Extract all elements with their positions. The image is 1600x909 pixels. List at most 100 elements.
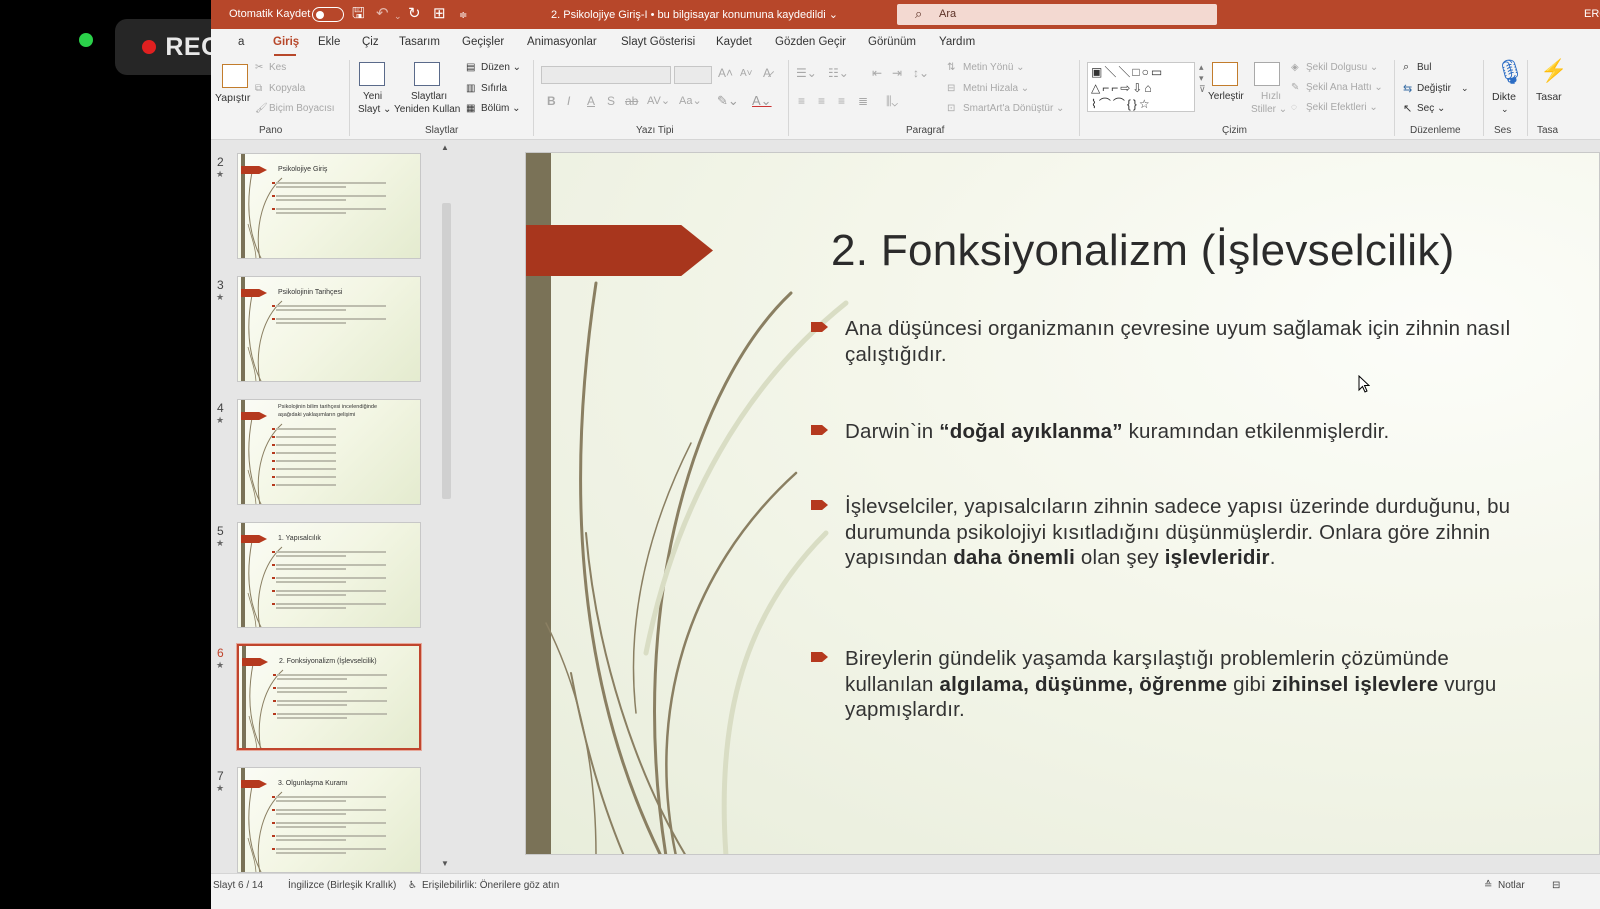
slide-thumbnails-pane[interactable]: 2 ★ Psikolojiye Giriş 3 ★ Psikolojinin Tarihç… xyxy=(211,141,456,873)
slide-thumbnail[interactable]: 1. Yapısalcılık xyxy=(237,522,421,628)
grow-font-icon[interactable]: A˄ xyxy=(718,66,733,80)
shapes-more-icon[interactable]: ▴ ▾ ⊽ xyxy=(1199,62,1206,95)
bullets-icon[interactable]: ☰⌄ xyxy=(796,66,817,80)
highlight-icon[interactable]: ✎⌄ xyxy=(717,93,739,109)
tab-view[interactable]: Görünüm xyxy=(868,36,916,48)
quick-styles-label-1[interactable]: Hızlı xyxy=(1261,91,1281,102)
document-title[interactable]: 2. Psikolojiye Giriş-I • bu bilgisayar k… xyxy=(551,8,838,21)
undo-dropdown-icon[interactable]: ⌄ xyxy=(394,7,402,25)
slide-thumbnail[interactable]: 2. Fonksiyonalizm (İşlevselcilik) xyxy=(236,643,422,751)
align-text-button[interactable]: Metni Hizala ⌄ xyxy=(963,83,1029,94)
slide-thumbnail[interactable]: 3. Olgunlaşma Kuramı xyxy=(237,767,421,873)
clear-format-icon[interactable]: A̷ xyxy=(763,66,771,80)
replace-button[interactable]: Değiştir xyxy=(1417,83,1451,94)
tab-insert[interactable]: Ekle xyxy=(318,36,340,48)
shadow-icon[interactable]: S xyxy=(607,94,615,108)
designer-icon[interactable]: ⚡ xyxy=(1540,58,1567,84)
arrange-button[interactable]: Yerleştir xyxy=(1208,91,1244,102)
font-size-box[interactable] xyxy=(674,66,712,84)
tab-review[interactable]: Gözden Geçir xyxy=(775,36,846,48)
slide-thumbnail-row[interactable]: 3 ★ Psikolojinin Tarihçesi xyxy=(211,276,456,386)
tab-home[interactable]: Giriş xyxy=(273,36,299,48)
italic-icon[interactable]: I xyxy=(567,94,570,108)
tab-file[interactable]: a xyxy=(238,36,244,48)
paste-icon[interactable] xyxy=(222,64,248,88)
slide-thumbnail-row[interactable]: 4 ★ Psikolojinin bilim tarihçesi incelendi… xyxy=(211,399,456,509)
new-slide-label-1[interactable]: Yeni xyxy=(363,91,382,102)
tab-animations[interactable]: Animasyonlar xyxy=(527,36,597,48)
tab-draw[interactable]: Çiz xyxy=(362,36,379,48)
arrange-icon[interactable] xyxy=(1212,62,1238,86)
reset-button[interactable]: Sıfırla xyxy=(481,83,507,94)
reuse-slides-label-1[interactable]: Slaytları xyxy=(411,91,447,102)
redo-icon[interactable]: ↻ xyxy=(408,5,421,23)
tab-record[interactable]: Kaydet xyxy=(716,36,752,48)
layout-button[interactable]: Düzen ⌄ xyxy=(481,62,521,73)
slide-thumbnail[interactable]: Psikolojinin Tarihçesi xyxy=(237,276,421,382)
slide-thumbnail-row[interactable]: 2 ★ Psikolojiye Giriş xyxy=(211,153,456,263)
user-initials[interactable]: ERO xyxy=(1584,8,1600,20)
new-slide-icon[interactable] xyxy=(359,62,385,86)
slide-thumbnail-row[interactable]: 6 ★ 2. Fonksiyonalizm (İşlevselcilik) xyxy=(211,643,456,754)
font-family-box[interactable] xyxy=(541,66,671,84)
shape-effects-button[interactable]: Şekil Efektleri ⌄ xyxy=(1306,102,1378,113)
normal-view-icon[interactable]: ⊟ xyxy=(1552,880,1560,891)
scrollbar-thumb[interactable] xyxy=(442,203,451,499)
shapes-gallery[interactable]: ▣＼＼□○▭ △⌐⌐⇨⇩⌂ ⌇⌒⌒{}☆ xyxy=(1087,62,1195,112)
reuse-slides-label-2[interactable]: Yeniden Kullan xyxy=(394,104,460,115)
shape-outline-button[interactable]: Şekil Ana Hattı ⌄ xyxy=(1306,82,1383,93)
justify-icon[interactable]: ≣ xyxy=(858,94,868,108)
cut-button[interactable]: Kes xyxy=(269,62,286,73)
increase-indent-icon[interactable]: ⇥ xyxy=(892,66,902,80)
reuse-slides-icon[interactable] xyxy=(414,62,440,86)
strikethrough-icon[interactable]: ab xyxy=(625,94,638,108)
current-slide[interactable]: 2. Fonksiyonalizm (İşlevselcilik) Ana dü… xyxy=(525,152,1600,855)
paste-button[interactable]: Yapıştır xyxy=(215,92,250,104)
align-right-icon[interactable]: ≡ xyxy=(838,94,845,108)
columns-icon[interactable]: ⫼⌄ xyxy=(886,94,898,109)
bold-icon[interactable]: B xyxy=(547,94,556,108)
decrease-indent-icon[interactable]: ⇤ xyxy=(872,66,882,80)
align-center-icon[interactable]: ≡ xyxy=(818,94,825,108)
language-indicator[interactable]: İngilizce (Birleşik Krallık) xyxy=(288,880,396,891)
undo-icon[interactable]: ↶ xyxy=(376,5,389,23)
tab-help[interactable]: Yardım xyxy=(939,36,975,48)
change-case-icon[interactable]: Aa⌄ xyxy=(679,94,702,107)
select-button[interactable]: Seç ⌄ xyxy=(1417,103,1445,114)
underline-icon[interactable]: A xyxy=(587,94,595,108)
replace-dropdown-icon[interactable]: ⌄ xyxy=(1461,83,1469,94)
slide-title[interactable]: 2. Fonksiyonalizm (İşlevselcilik) xyxy=(831,226,1455,276)
scroll-down-icon[interactable]: ▼ xyxy=(441,859,449,868)
char-spacing-icon[interactable]: AV⌄ xyxy=(647,94,670,107)
new-slide-label-2[interactable]: Slayt ⌄ xyxy=(358,104,391,115)
section-button[interactable]: Bölüm ⌄ xyxy=(481,103,521,114)
copy-button[interactable]: Kopyala xyxy=(269,83,305,94)
quick-styles-label-2[interactable]: Stiller ⌄ xyxy=(1251,104,1287,115)
microphone-icon[interactable]: 🎙 xyxy=(1495,58,1525,87)
slide-editing-area[interactable]: 2. Fonksiyonalizm (İşlevselcilik) Ana dü… xyxy=(456,141,1600,873)
shape-fill-button[interactable]: Şekil Dolgusu ⌄ xyxy=(1306,62,1378,73)
customize-toolbar-icon[interactable]: ≑ xyxy=(459,7,467,25)
slide-thumbnail[interactable]: Psikolojiye Giriş xyxy=(237,153,421,259)
line-spacing-icon[interactable]: ↕⌄ xyxy=(913,66,929,80)
search-box[interactable]: ⌕ Ara xyxy=(897,4,1217,25)
text-direction-button[interactable]: Metin Yönü ⌄ xyxy=(963,62,1025,73)
numbering-icon[interactable]: ☷⌄ xyxy=(828,66,849,80)
slide-thumbnail-row[interactable]: 5 ★ 1. Yapısalcılık xyxy=(211,522,456,632)
find-button[interactable]: Bul xyxy=(1417,62,1431,73)
dictate-button[interactable]: Dikte xyxy=(1492,91,1516,103)
quick-styles-icon[interactable] xyxy=(1254,62,1280,86)
save-icon[interactable]: 🖫 xyxy=(352,5,365,23)
tab-design[interactable]: Tasarım xyxy=(399,36,440,48)
tab-slideshow[interactable]: Slayt Gösterisi xyxy=(621,36,695,48)
slide-thumbnail-row[interactable]: 7 ★ 3. Olgunlaşma Kuramı xyxy=(211,767,456,877)
font-color-icon[interactable]: A⌄ xyxy=(752,93,772,109)
designer-button[interactable]: Tasar xyxy=(1536,91,1562,103)
autosave-toggle[interactable] xyxy=(312,7,344,22)
align-left-icon[interactable]: ≡ xyxy=(798,94,805,108)
thumbnail-scrollbar[interactable]: ▲ ▼ xyxy=(438,141,454,873)
shrink-font-icon[interactable]: A˅ xyxy=(740,68,753,79)
smartart-button[interactable]: SmartArt'a Dönüştür ⌄ xyxy=(963,103,1064,114)
tab-transitions[interactable]: Geçişler xyxy=(462,36,504,48)
scroll-up-icon[interactable]: ▲ xyxy=(441,143,449,152)
